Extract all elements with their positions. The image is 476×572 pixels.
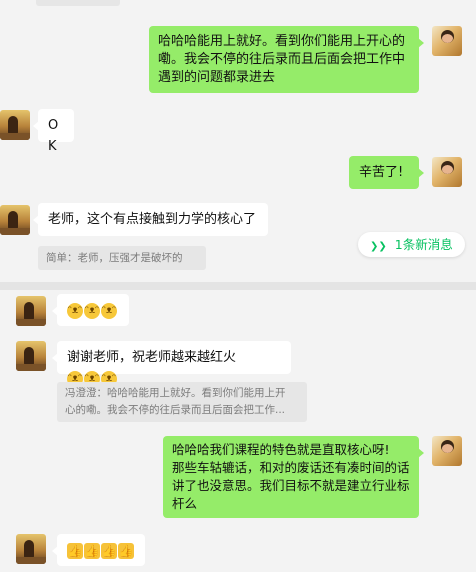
avatar[interactable] — [16, 341, 46, 371]
quoted-text: 简单：老师，压强才是破坏的 — [46, 252, 183, 264]
avatar[interactable] — [16, 296, 46, 326]
avatar[interactable] — [432, 436, 462, 466]
cat-face-emoji: ᵔᴥᵔ — [84, 302, 100, 319]
divider — [0, 282, 476, 290]
message-bubble-received[interactable]: ᵔᴥᵔ ᵔᴥᵔ ᵔᴥᵔ — [52, 294, 129, 326]
message-bubble-received[interactable]: OK — [33, 109, 74, 154]
cat-face-emoji: ᵔᴥᵔ — [101, 302, 117, 319]
new-messages-label: 1条新消息 — [394, 237, 453, 252]
message-bubble-sent[interactable]: 哈哈哈能用上就好。看到你们能用上开心的 嘞。我会不停的往后录而且后面会把工作中 … — [149, 26, 424, 93]
message-text: 老师，这个有点接触到力学的核心了 — [48, 212, 257, 227]
message-bubble-received[interactable]: 老师，这个有点接触到力学的核心了 — [33, 203, 268, 236]
thumbs-up-emoji: 👍 — [67, 542, 83, 559]
message-bubble-received[interactable]: 👍 👍 👍 👍 — [52, 534, 145, 566]
clipped-message-bubble — [36, 0, 120, 6]
message-text-line: 讲了也没意思。我们目标不就是建立行业标 — [172, 478, 410, 493]
message-bubble-sent[interactable]: 哈哈哈我们课程的特色就是直取核心呀! 那些车轱辘话，和对的废话还有凑时间的话 讲… — [163, 436, 424, 518]
message-text: 谢谢老师，祝老师越来越红火 — [67, 350, 237, 365]
avatar[interactable] — [0, 110, 30, 140]
chat-panel-top: 哈哈哈能用上就好。看到你们能用上开心的 嘞。我会不停的往后录而且后面会把工作中 … — [0, 0, 476, 282]
emoji-row: ᵔᴥᵔ ᵔᴥᵔ ᵔᴥᵔ — [67, 302, 117, 319]
quoted-message[interactable]: 冯澄澄：哈哈哈能用上就好。看到你们能用上开 心的嘞。我会不停的往后录而且后面会把… — [57, 382, 307, 422]
quoted-message[interactable]: 简单：老师，压强才是破坏的 — [38, 246, 206, 270]
chat-panel-bottom: ᵔᴥᵔ ᵔᴥᵔ ᵔᴥᵔ 谢谢老师，祝老师越来越红火 ᵔᴥᵔ ᵔᴥᵔ ᵔᴥᵔ 冯澄… — [0, 290, 476, 572]
avatar[interactable] — [432, 26, 462, 56]
quoted-text-line: 冯澄澄：哈哈哈能用上就好。看到你们能用上开 — [65, 387, 286, 399]
double-chevron-down-icon: ❯❯ — [370, 241, 387, 252]
thumbs-up-emoji: 👍 — [84, 542, 100, 559]
avatar[interactable] — [16, 534, 46, 564]
message-bubble-received[interactable]: 谢谢老师，祝老师越来越红火 ᵔᴥᵔ ᵔᴥᵔ ᵔᴥᵔ — [52, 341, 291, 387]
message-bubble-sent[interactable]: 辛苦了! — [349, 156, 424, 189]
message-text-line: 嘞。我会不停的往后录而且后面会把工作中 — [158, 52, 406, 67]
message-text-line: 杆么 — [172, 496, 198, 511]
cat-face-emoji: ᵔᴥᵔ — [67, 302, 83, 319]
quoted-text-line: 心的嘞。我会不停的往后录而且后面会把工作... — [65, 404, 286, 416]
avatar[interactable] — [432, 157, 462, 187]
thumbs-up-emoji: 👍 — [118, 542, 134, 559]
message-text: OK — [48, 118, 59, 154]
message-text: 辛苦了! — [359, 165, 404, 180]
new-messages-button[interactable]: ❯❯ 1条新消息 — [358, 232, 465, 257]
message-text-line: 哈哈哈能用上就好。看到你们能用上开心的 — [158, 34, 406, 49]
message-text-line: 遇到的问题都录进去 — [158, 70, 276, 85]
message-text-line: 哈哈哈我们课程的特色就是直取核心呀! — [172, 442, 390, 457]
emoji-row: 👍 👍 👍 👍 — [67, 542, 134, 559]
message-text-line: 那些车轱辘话，和对的废话还有凑时间的话 — [172, 460, 410, 475]
thumbs-up-emoji: 👍 — [101, 542, 117, 559]
avatar[interactable] — [0, 205, 30, 235]
